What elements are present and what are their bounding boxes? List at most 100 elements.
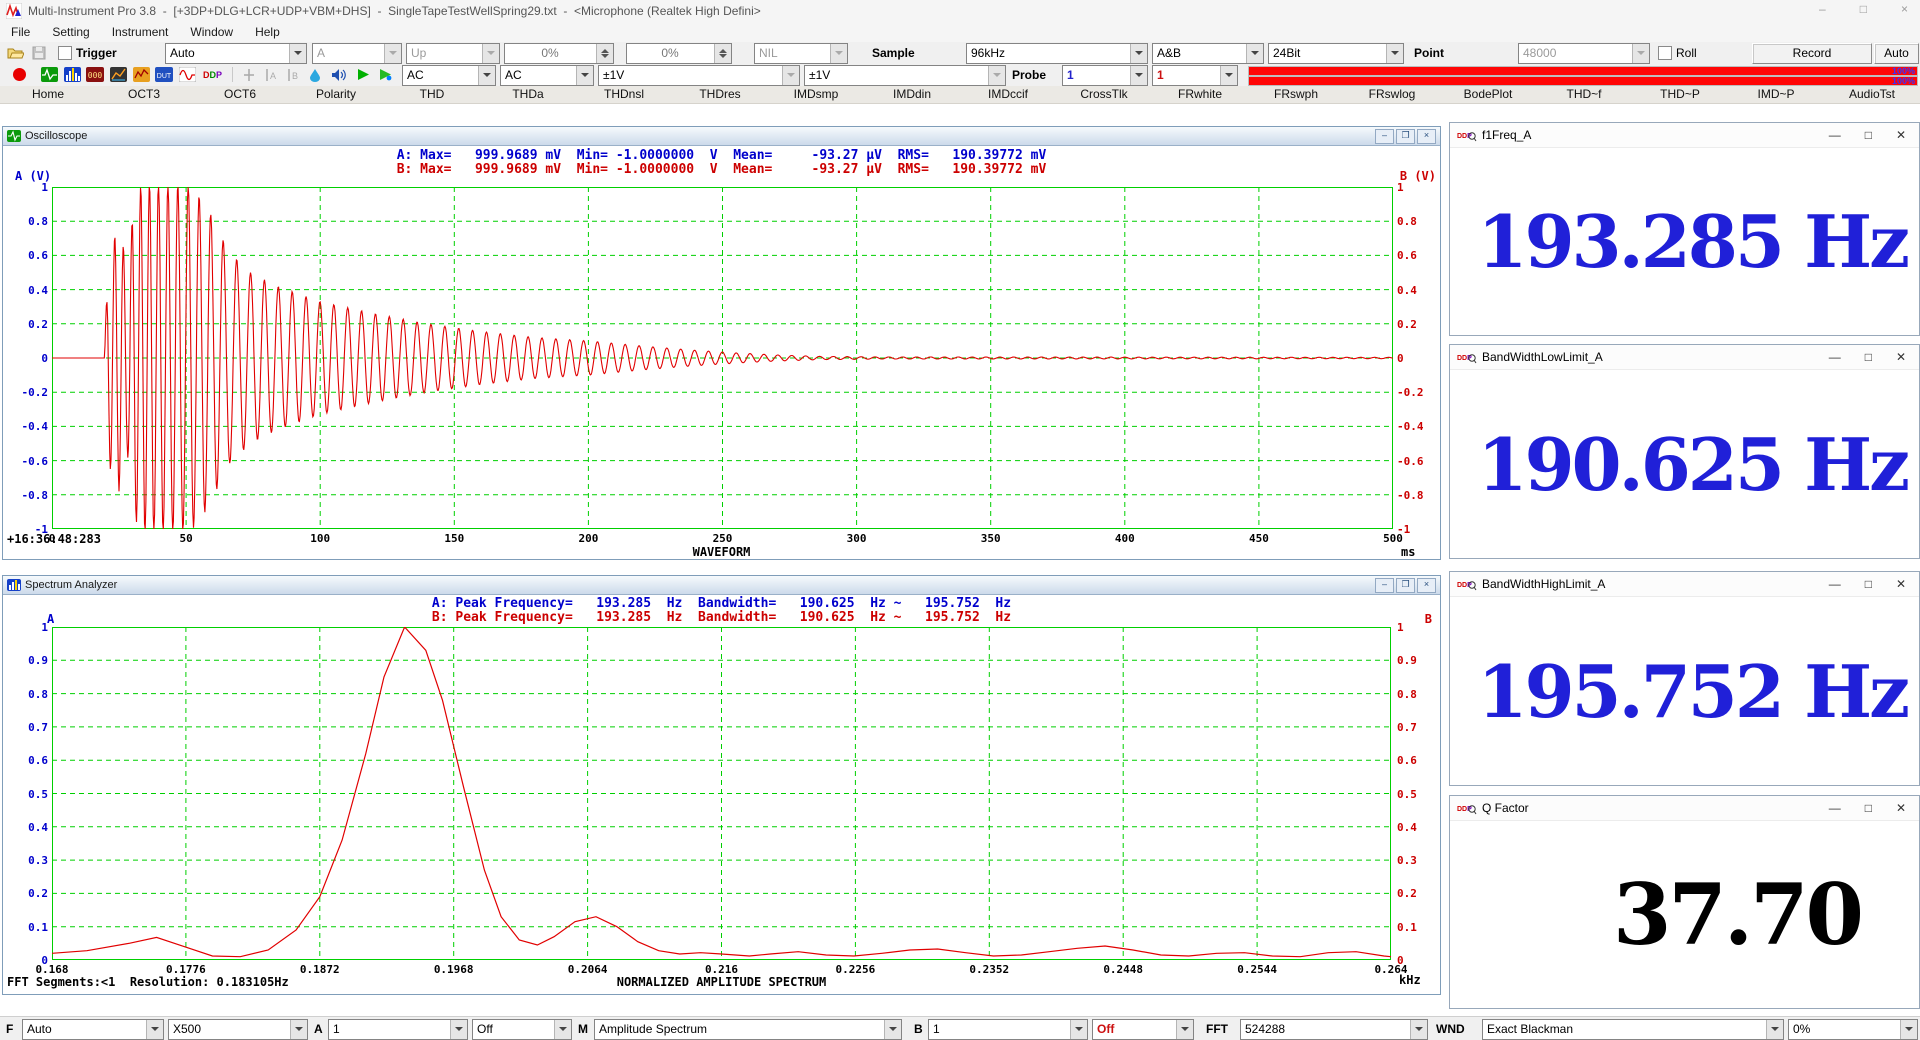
chevron-down-icon[interactable] xyxy=(782,66,799,85)
marker-a-icon[interactable]: A xyxy=(262,66,280,83)
save-file-icon[interactable] xyxy=(30,44,48,61)
chevron-down-icon[interactable] xyxy=(146,1020,163,1039)
sampling-channels-select[interactable]: A&B xyxy=(1152,43,1264,64)
minimize-icon[interactable]: — xyxy=(1829,350,1841,364)
fft-mode-select[interactable]: Auto xyxy=(22,1019,164,1040)
trigger-checkbox[interactable] xyxy=(58,46,72,60)
tab-oct3[interactable]: OCT3 xyxy=(96,86,192,103)
chevron-down-icon[interactable] xyxy=(290,1020,307,1039)
chevron-down-icon[interactable] xyxy=(1070,1020,1087,1039)
close-icon[interactable]: × xyxy=(1417,129,1436,144)
a-trace-select[interactable]: 1 xyxy=(328,1019,468,1040)
chevron-down-icon[interactable] xyxy=(1130,66,1147,85)
restore-icon[interactable]: ❐ xyxy=(1396,129,1415,144)
app-maximize-button[interactable]: □ xyxy=(1860,2,1867,16)
spinner-arrows-icon[interactable] xyxy=(714,44,731,63)
trigger-mode-select[interactable]: Auto xyxy=(165,43,307,64)
tab-imd~p[interactable]: IMD~P xyxy=(1728,86,1824,103)
close-icon[interactable]: ✕ xyxy=(1896,128,1906,142)
chevron-down-icon[interactable] xyxy=(1130,44,1147,63)
spinner-arrows-icon[interactable] xyxy=(596,44,613,63)
tab-polarity[interactable]: Polarity xyxy=(288,86,384,103)
probe-b-select[interactable]: 1 xyxy=(1152,65,1238,86)
spectrum-analyzer-icon[interactable] xyxy=(63,66,81,83)
ddp-titlebar[interactable]: DDP BandWidthHighLimit_A — □ ✕ xyxy=(1450,572,1919,597)
coupling-a-select[interactable]: AC xyxy=(402,65,496,86)
trigger-delay-spinner[interactable]: 0% xyxy=(626,43,732,64)
minimize-icon[interactable]: — xyxy=(1829,801,1841,815)
tab-thd~f[interactable]: THD~f xyxy=(1536,86,1632,103)
tab-imdccif[interactable]: IMDccif xyxy=(960,86,1056,103)
minimize-icon[interactable]: — xyxy=(1829,577,1841,591)
chevron-down-icon[interactable] xyxy=(450,1020,467,1039)
maximize-icon[interactable]: □ xyxy=(1865,350,1872,364)
device-test-plan-icon[interactable]: DUT xyxy=(155,66,173,83)
marker-cursor-icon[interactable] xyxy=(240,66,258,83)
maximize-icon[interactable]: □ xyxy=(1865,801,1872,815)
ink-drop-icon[interactable] xyxy=(306,66,324,83)
multimeter-icon[interactable]: 000 xyxy=(86,66,104,83)
speaker-icon[interactable] xyxy=(330,66,348,83)
chevron-down-icon[interactable] xyxy=(482,44,499,63)
close-icon[interactable]: ✕ xyxy=(1896,350,1906,364)
chevron-down-icon[interactable] xyxy=(1632,44,1649,63)
tab-audiotst[interactable]: AudioTst xyxy=(1824,86,1920,103)
ddp-titlebar[interactable]: DDP BandWidthLowLimit_A — □ ✕ xyxy=(1450,345,1919,370)
range-a-select[interactable]: ±1V xyxy=(598,65,800,86)
trigger-level-spinner[interactable]: 0% xyxy=(504,43,614,64)
a-processing-select[interactable]: Off xyxy=(472,1019,572,1040)
tab-thdres[interactable]: THDres xyxy=(672,86,768,103)
overlap-select[interactable]: 0% xyxy=(1788,1019,1918,1040)
chevron-down-icon[interactable] xyxy=(1386,44,1403,63)
fft-size-select[interactable]: 524288 xyxy=(1240,1019,1428,1040)
tab-imdsmp[interactable]: IMDsmp xyxy=(768,86,864,103)
tab-crosstlk[interactable]: CrossTlk xyxy=(1056,86,1152,103)
spectrum-plot-area[interactable] xyxy=(52,627,1391,960)
minimize-icon[interactable]: – xyxy=(1375,578,1394,593)
chevron-down-icon[interactable] xyxy=(554,1020,571,1039)
trigger-rejection-select[interactable]: NIL xyxy=(754,43,848,64)
record-points-select[interactable]: 48000 xyxy=(1518,43,1650,64)
menu-item-setting[interactable]: Setting xyxy=(41,22,100,42)
ddp-titlebar[interactable]: DDP f1Freq_A — □ ✕ xyxy=(1450,123,1919,148)
coupling-b-select[interactable]: AC xyxy=(500,65,594,86)
chevron-down-icon[interactable] xyxy=(988,66,1005,85)
maximize-icon[interactable]: □ xyxy=(1865,577,1872,591)
scope-plot-area[interactable] xyxy=(52,187,1393,529)
close-icon[interactable]: ✕ xyxy=(1896,801,1906,815)
data-logger-icon[interactable] xyxy=(132,66,150,83)
oscilloscope-titlebar[interactable]: Oscilloscope – ❐ × xyxy=(3,127,1440,146)
menu-item-file[interactable]: File xyxy=(0,22,41,42)
zoom-select[interactable]: X500 xyxy=(168,1019,308,1040)
spectrum-3d-plot-icon[interactable] xyxy=(109,66,127,83)
tab-oct6[interactable]: OCT6 xyxy=(192,86,288,103)
menu-item-window[interactable]: Window xyxy=(179,22,244,42)
chevron-down-icon[interactable] xyxy=(1410,1020,1427,1039)
minimize-icon[interactable]: — xyxy=(1829,128,1841,142)
window-function-select[interactable]: Exact Blackman xyxy=(1482,1019,1784,1040)
close-icon[interactable]: × xyxy=(1417,578,1436,593)
chevron-down-icon[interactable] xyxy=(576,66,593,85)
tab-imddin[interactable]: IMDdin xyxy=(864,86,960,103)
chevron-down-icon[interactable] xyxy=(384,44,401,63)
tab-frwhite[interactable]: FRwhite xyxy=(1152,86,1248,103)
chevron-down-icon[interactable] xyxy=(1900,1020,1917,1039)
oscilloscope-icon[interactable] xyxy=(40,66,58,83)
close-icon[interactable]: ✕ xyxy=(1896,577,1906,591)
menu-item-instrument[interactable]: Instrument xyxy=(101,22,180,42)
tab-thd~p[interactable]: THD~P xyxy=(1632,86,1728,103)
tab-thd[interactable]: THD xyxy=(384,86,480,103)
minimize-icon[interactable]: – xyxy=(1375,129,1394,144)
auto-button[interactable]: Auto xyxy=(1874,43,1919,64)
chevron-down-icon[interactable] xyxy=(1176,1020,1193,1039)
probe-a-select[interactable]: 1 xyxy=(1062,65,1148,86)
chevron-down-icon[interactable] xyxy=(884,1020,901,1039)
tab-frswlog[interactable]: FRswlog xyxy=(1344,86,1440,103)
chevron-down-icon[interactable] xyxy=(1766,1020,1783,1039)
tab-frswph[interactable]: FRswph xyxy=(1248,86,1344,103)
ddp-viewer-icon[interactable]: DDP xyxy=(201,66,225,83)
chevron-down-icon[interactable] xyxy=(478,66,495,85)
marker-b-icon[interactable]: B xyxy=(284,66,302,83)
chevron-down-icon[interactable] xyxy=(1220,66,1237,85)
app-close-button[interactable]: × xyxy=(1901,2,1908,16)
